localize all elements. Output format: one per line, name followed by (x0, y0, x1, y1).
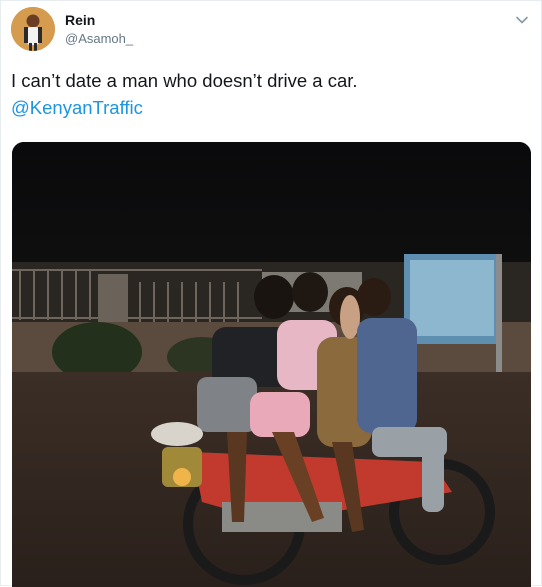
avatar[interactable] (11, 7, 55, 51)
tweet-card: Rein @Asamoh_ I can’t date a man who doe… (0, 0, 542, 587)
tweet-text: I can’t date a man who doesn’t drive a c… (11, 67, 358, 121)
tweet-body: I can’t date a man who doesn’t drive a c… (11, 70, 358, 91)
author-display-name[interactable]: Rein (65, 12, 95, 28)
mention-link[interactable]: @KenyanTraffic (11, 97, 143, 118)
author-handle[interactable]: @Asamoh_ (65, 31, 133, 46)
avatar-image (11, 7, 55, 51)
motorbike-photo (12, 142, 531, 587)
tweet-photo[interactable] (12, 142, 531, 587)
chevron-down-icon[interactable] (513, 11, 531, 29)
